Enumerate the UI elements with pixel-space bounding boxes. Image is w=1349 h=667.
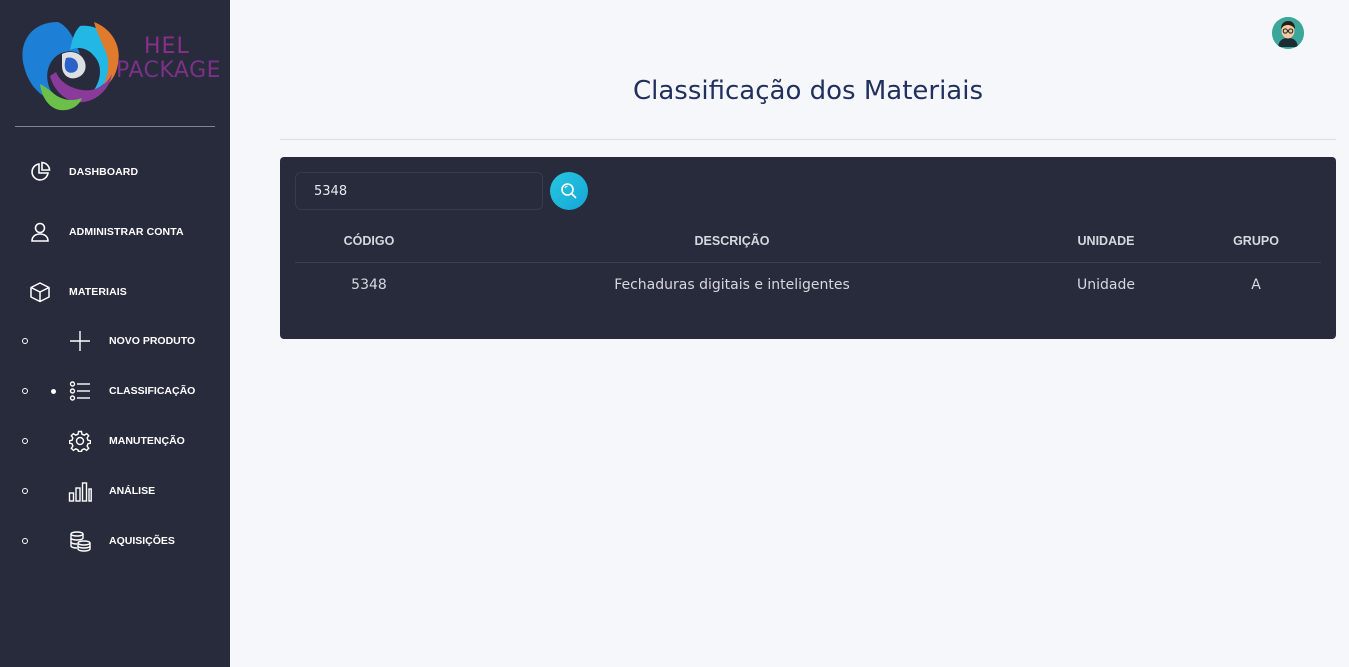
table-header: CÓDIGO DESCRIÇÃO UNIDADE GRUPO [295,227,1321,263]
bullet-icon [22,438,28,444]
brand-name-line1: HEL [144,34,190,59]
box-icon [28,280,52,304]
sidebar-divider [15,126,215,127]
sidebar-subitem-label: AQUISIÇÕES [109,535,175,547]
gear-icon [68,429,92,453]
results-panel: CÓDIGO DESCRIÇÃO UNIDADE GRUPO 5348 Fech… [280,157,1336,339]
list-icon [68,379,92,403]
cell-codigo: 5348 [351,277,387,293]
bullet-icon [22,488,28,494]
sidebar-item-label: DASHBOARD [69,166,139,178]
sidebar-subitem-manutencao[interactable]: MANUTENÇÃO [0,421,230,461]
sidebar-item-label: ADMINISTRAR CONTA [69,226,184,238]
sidebar-subitem-novo-produto[interactable]: NOVO PRODUTO [0,321,230,361]
plus-icon [68,329,92,353]
brand-name-line2: PACKAGE [116,58,222,83]
pie-chart-icon [28,160,52,184]
sidebar-subitem-label: NOVO PRODUTO [109,335,196,347]
sidebar-item-dashboard[interactable]: DASHBOARD [0,152,230,192]
bullet-icon [22,338,28,344]
page-title: Classificação dos Materiais [632,76,984,106]
active-indicator-icon [51,388,56,394]
sidebar-subitem-label: ANÁLISE [109,485,156,497]
search-input[interactable] [295,172,543,210]
bar-chart-icon [68,479,92,503]
sidebar-subitem-label: CLASSIFICAÇÃO [109,385,196,397]
sidebar-item-administrar-conta[interactable]: ADMINISTRAR CONTA [0,212,230,252]
coins-icon [68,529,92,553]
column-header-unidade[interactable]: UNIDADE [1078,234,1135,248]
materials-table: CÓDIGO DESCRIÇÃO UNIDADE GRUPO 5348 Fech… [295,227,1321,309]
sidebar: HEL PACKAGE DASHBOARD ADMINISTRAR CONTA [0,0,230,667]
search-button[interactable] [550,172,588,210]
sidebar-subitem-label: MANUTENÇÃO [109,435,185,447]
cell-grupo: A [1251,277,1261,293]
search-icon [561,183,577,199]
table-row[interactable]: 5348 Fechaduras digitais e inteligentes … [295,263,1321,309]
sidebar-item-materiais[interactable]: MATERIAIS [0,272,230,312]
cell-descricao: Fechaduras digitais e inteligentes [614,277,850,293]
sidebar-subitem-aquisicoes[interactable]: AQUISIÇÕES [0,521,230,561]
sidebar-subitem-classificacao[interactable]: CLASSIFICAÇÃO [0,371,230,411]
title-divider [280,139,1336,140]
user-avatar[interactable] [1272,17,1304,49]
sidebar-subitem-analise[interactable]: ANÁLISE [0,471,230,511]
bullet-icon [22,388,28,394]
column-header-grupo[interactable]: GRUPO [1233,234,1279,248]
sidebar-item-label: MATERIAIS [69,286,127,298]
column-header-descricao[interactable]: DESCRIÇÃO [694,234,769,248]
cell-unidade: Unidade [1077,277,1135,293]
column-header-codigo[interactable]: CÓDIGO [344,234,395,248]
bullet-icon [22,538,28,544]
logo-swirl-icon [22,22,119,111]
avatar-icon [1272,17,1304,49]
user-icon [28,220,52,244]
